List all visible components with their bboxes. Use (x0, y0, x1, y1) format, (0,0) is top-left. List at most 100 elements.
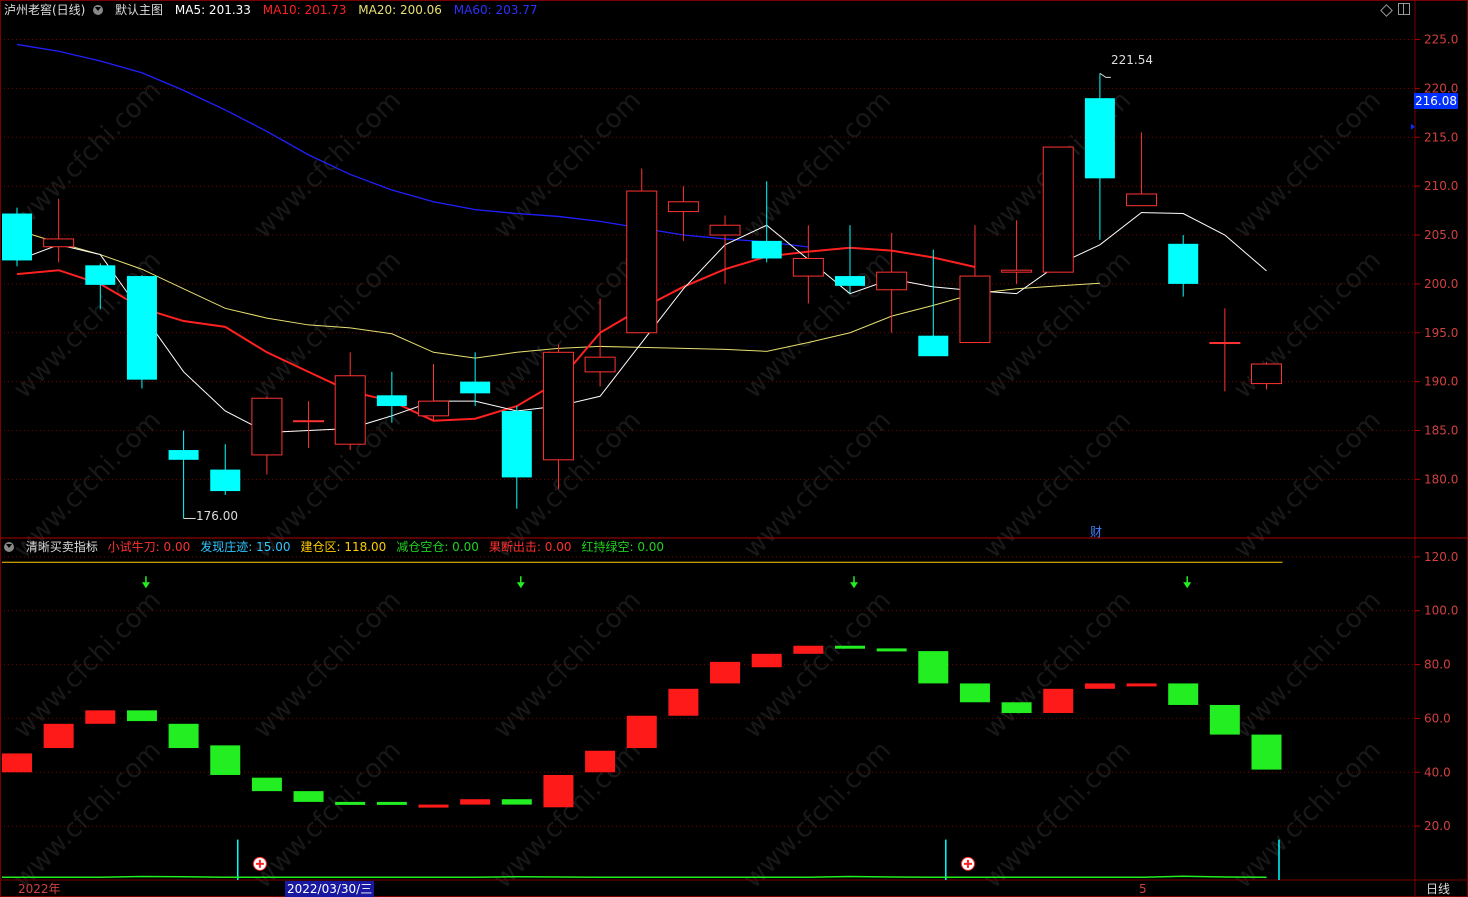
candle (1042, 146, 1074, 273)
candle (126, 275, 157, 389)
candle-body (251, 397, 283, 456)
indicator-box (376, 801, 407, 805)
ma10-line (16, 246, 976, 422)
candle-body (542, 351, 574, 461)
indicator-box (626, 715, 657, 749)
down-arrow-head (1183, 582, 1192, 589)
indicator-tick-label: 100.0 (1424, 604, 1458, 618)
financial-marker[interactable]: 财 (1090, 523, 1102, 540)
indicator-box (126, 710, 157, 722)
indicator-box (210, 745, 241, 775)
indicator-tick-label: 20.0 (1424, 819, 1451, 833)
ma20-label: MA20: 200.06 (358, 3, 442, 17)
indicator-value-1: 发现庄迹: 15.00 (200, 540, 291, 554)
dropdown-icon[interactable] (93, 4, 104, 15)
candle (1126, 132, 1158, 207)
indicator-box (668, 688, 699, 716)
candle (1084, 73, 1115, 240)
candle (1251, 362, 1282, 390)
candle-body (210, 469, 241, 492)
indicator-header: 清晰买卖指标 小试牛刀: 0.00 发现庄迹: 15.00 建仓区: 118.00 减… (4, 537, 682, 557)
chart-canvas: 225.0220.0215.0210.0205.0200.0195.0190.0… (0, 0, 1468, 897)
candle (293, 401, 325, 449)
indicator-box (43, 723, 74, 749)
candle (1209, 308, 1241, 392)
candle (1001, 220, 1033, 284)
candle-body (792, 257, 824, 277)
indicator-box (710, 661, 741, 684)
date-start: 2022年 (18, 882, 61, 896)
indicator-box (1168, 683, 1199, 705)
indicator-box (1001, 702, 1032, 714)
current-price-tag: 216.08 (1414, 93, 1458, 109)
candle (542, 344, 574, 490)
indicator-tick-label: 120.0 (1424, 550, 1458, 564)
candle-body (1251, 363, 1282, 385)
main-chart-label[interactable]: 默认主图 (115, 3, 163, 17)
candle-body (460, 381, 491, 394)
indicator-values: 小试牛刀: 0.00 发现庄迹: 15.00 建仓区: 118.00 减仓空仓: 0.… (108, 540, 674, 554)
candle (792, 225, 824, 304)
ma60-line (16, 43, 809, 248)
indicator-value-0: 小试牛刀: 0.00 (107, 540, 191, 554)
down-arrow-head (141, 582, 150, 589)
candle (2, 207, 32, 267)
indicator-box (876, 648, 907, 652)
candle-body (85, 265, 116, 285)
candle-body (876, 271, 908, 291)
period-label[interactable]: 日线 (1426, 881, 1450, 897)
date-cursor: 2022/03/30/三 (285, 881, 375, 897)
stock-name[interactable]: 泸州老窖(日线) (4, 3, 85, 17)
candle (418, 364, 449, 421)
indicator-tick-label: 40.0 (1424, 765, 1451, 779)
indicator-box (751, 653, 782, 668)
candle-body (43, 238, 75, 248)
candle (751, 181, 782, 263)
price-tick-label: 190.0 (1424, 375, 1458, 389)
min-price-label: 176.00 (196, 509, 238, 523)
price-tick-label: 185.0 (1424, 423, 1458, 437)
indicator-value-3: 减仓空仓: 0.00 (396, 540, 479, 554)
indicator-box (1084, 683, 1115, 689)
candle (626, 168, 658, 334)
indicator-box (835, 645, 865, 649)
price-tag-marker (1411, 123, 1415, 130)
price-tick-label: 205.0 (1424, 228, 1458, 242)
indicator-value-2: 建仓区: 118.00 (300, 540, 387, 554)
candle (43, 198, 75, 263)
ma10-label: MA10: 201.73 (262, 3, 347, 17)
indicator-tick-label: 60.0 (1424, 711, 1451, 725)
baseline-line (2, 875, 1267, 879)
max-pointer (1099, 72, 1111, 78)
indicator-value-4: 果断出击: 0.00 (488, 540, 572, 554)
candle (376, 371, 407, 423)
indicator-name[interactable]: 清晰买卖指标 (26, 540, 98, 554)
candle-body (1042, 146, 1074, 273)
candle (876, 233, 908, 333)
candle-body (376, 395, 407, 407)
indicator-dropdown-icon[interactable] (4, 541, 14, 552)
chart-window: www.cfchi.com www.cfchi.com www.cfchi.com w… (0, 0, 1468, 897)
indicator-box (585, 750, 616, 773)
candle-body (2, 213, 32, 261)
price-tick-label: 210.0 (1424, 179, 1458, 193)
indicator-box (1251, 734, 1282, 770)
candle-body (418, 400, 449, 417)
candle-body (501, 410, 532, 478)
candle (501, 406, 532, 509)
indicator-box (335, 801, 366, 805)
diamond-icon[interactable] (1380, 4, 1393, 17)
indicator-box (793, 645, 824, 654)
candle-body (1001, 269, 1033, 273)
ma5-label: MA5: 201.33 (174, 3, 251, 17)
candle-body (126, 276, 157, 380)
candle-body (584, 356, 616, 373)
candle (168, 430, 199, 519)
indicator-box (1209, 704, 1240, 735)
candle-body (334, 375, 366, 445)
candle (584, 298, 616, 387)
price-tick-label: 215.0 (1424, 130, 1458, 144)
window-icon[interactable] (1398, 3, 1410, 15)
down-arrow-head (850, 582, 858, 589)
price-tick-label: 195.0 (1424, 326, 1458, 340)
